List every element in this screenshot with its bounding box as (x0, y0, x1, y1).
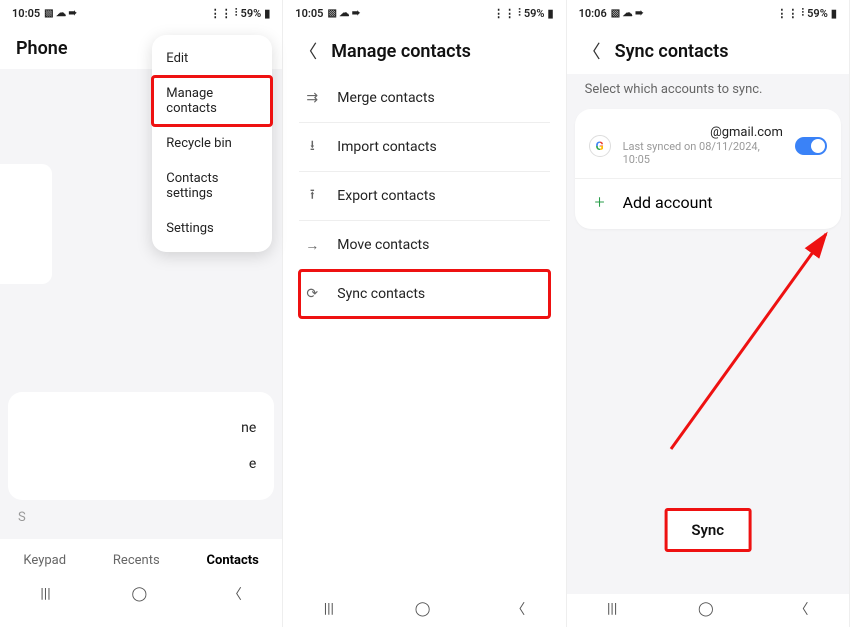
battery-icon: ▮ (831, 7, 837, 20)
manage-contacts-panel: 10:05 ▧ ☁ ➠ ⋮⋮ ⫶ 59% ▮ 〈 Manage contacts… (283, 0, 566, 627)
wifi-icon: ⋮⋮ (776, 7, 798, 20)
contact-card-cropped (0, 164, 52, 284)
menu-edit[interactable]: Edit (152, 41, 272, 76)
row-label: Import contacts (337, 139, 436, 155)
nav-back-icon[interactable]: 〈 (511, 599, 525, 619)
nav-home-icon[interactable]: ◯ (415, 601, 431, 617)
signal-icon: ⫶ (801, 6, 804, 20)
battery-icon: ▮ (548, 7, 554, 20)
merge-icon: ⇉ (303, 89, 321, 107)
page-title: Manage contacts (331, 41, 471, 62)
status-bar: 10:06 ▧ ☁ ➠ ⋮⋮ ⫶ 59% ▮ (567, 0, 849, 24)
menu-recycle-bin[interactable]: Recycle bin (152, 126, 272, 161)
move-icon: → (303, 236, 321, 254)
status-bar: 10:05 ▧ ☁ ➠ ⋮⋮ ⫶ 59% ▮ (0, 0, 282, 24)
contact-row[interactable]: e (8, 446, 274, 482)
menu-settings[interactable]: Settings (152, 211, 272, 246)
status-notif-icons: ▧ ☁ ➠ (44, 8, 77, 19)
android-nav-bar: ||| ◯ 〈 (283, 591, 565, 627)
nav-home-icon[interactable]: ◯ (131, 586, 147, 602)
google-icon: G (589, 135, 611, 157)
row-label: Sync contacts (337, 286, 425, 302)
wifi-icon: ⋮⋮ (210, 7, 232, 20)
tab-keypad[interactable]: Keypad (23, 553, 66, 568)
overflow-menu: Edit Manage contacts Recycle bin Contact… (152, 35, 272, 252)
contact-row[interactable]: ne (8, 410, 274, 446)
sync-contacts-panel: 10:06 ▧ ☁ ➠ ⋮⋮ ⫶ 59% ▮ 〈 Sync contacts S… (567, 0, 850, 627)
accounts-card: G @gmail.com Last synced on 08/11/2024, … (575, 109, 841, 229)
phone-app-panel: 10:05 ▧ ☁ ➠ ⋮⋮ ⫶ 59% ▮ Phone R Edit Mana… (0, 0, 283, 627)
row-import-contacts[interactable]: ⭳ Import contacts (299, 123, 549, 172)
page-title: Phone (16, 38, 68, 59)
tab-recents[interactable]: Recents (113, 553, 160, 568)
import-icon: ⭳ (303, 138, 321, 156)
row-move-contacts[interactable]: → Move contacts (299, 221, 549, 270)
status-time: 10:05 (295, 7, 323, 20)
status-time: 10:06 (579, 7, 607, 20)
android-nav-bar: ||| ◯ 〈 (0, 576, 282, 612)
sync-subtitle: Select which accounts to sync. (567, 74, 849, 109)
page-title: Sync contacts (615, 41, 729, 62)
sync-header: 〈 Sync contacts (567, 24, 849, 74)
row-label: Export contacts (337, 188, 435, 204)
bottom-tabs: Keypad Recents Contacts (0, 539, 282, 576)
plus-icon: + (589, 191, 611, 213)
nav-home-icon[interactable]: ◯ (698, 601, 714, 617)
account-email: @gmail.com (710, 125, 783, 140)
nav-recents-icon[interactable]: ||| (324, 601, 334, 617)
annotation-arrow (651, 219, 841, 469)
android-nav-bar: ||| ◯ 〈 (567, 591, 849, 627)
row-merge-contacts[interactable]: ⇉ Merge contacts (299, 74, 549, 123)
battery-text: 59% (241, 7, 262, 20)
battery-text: 59% (807, 7, 828, 20)
nav-back-icon[interactable]: 〈 (228, 584, 242, 604)
back-icon[interactable]: 〈 (583, 38, 601, 64)
row-sync-contacts[interactable]: ⟳ Sync contacts (299, 270, 549, 318)
contact-group-card: ne e (8, 392, 274, 500)
nav-back-icon[interactable]: 〈 (794, 599, 808, 619)
nav-recents-icon[interactable]: ||| (40, 586, 50, 602)
account-last-sync: Last synced on 08/11/2024, 10:05 (623, 140, 783, 166)
tab-contacts[interactable]: Contacts (207, 553, 259, 568)
export-icon: ⭱ (303, 187, 321, 205)
account-sync-toggle[interactable] (795, 137, 827, 155)
status-notif-icons: ▧ ☁ ➠ (611, 8, 644, 19)
row-label: Move contacts (337, 237, 429, 253)
back-icon[interactable]: 〈 (299, 38, 317, 64)
manage-header: 〈 Manage contacts (283, 24, 565, 74)
row-export-contacts[interactable]: ⭱ Export contacts (299, 172, 549, 221)
nav-recents-icon[interactable]: ||| (607, 601, 617, 617)
row-label: Merge contacts (337, 90, 434, 106)
add-account-label: Add account (623, 193, 713, 212)
manage-list: ⇉ Merge contacts ⭳ Import contacts ⭱ Exp… (283, 74, 565, 318)
battery-text: 59% (524, 7, 545, 20)
battery-icon: ▮ (264, 7, 270, 20)
sync-icon: ⟳ (303, 285, 321, 303)
add-account-row[interactable]: + Add account (575, 179, 841, 225)
signal-icon: ⫶ (235, 6, 238, 20)
signal-icon: ⫶ (518, 6, 521, 20)
sync-button[interactable]: Sync (664, 508, 751, 552)
index-letter-s: S (0, 510, 282, 525)
account-row-gmail[interactable]: G @gmail.com Last synced on 08/11/2024, … (575, 113, 841, 179)
menu-manage-contacts[interactable]: Manage contacts (152, 76, 272, 126)
status-notif-icons: ▧ ☁ ➠ (327, 8, 360, 19)
status-time: 10:05 (12, 7, 40, 20)
status-bar: 10:05 ▧ ☁ ➠ ⋮⋮ ⫶ 59% ▮ (283, 0, 565, 24)
wifi-icon: ⋮⋮ (493, 7, 515, 20)
menu-contacts-settings[interactable]: Contacts settings (152, 161, 272, 211)
